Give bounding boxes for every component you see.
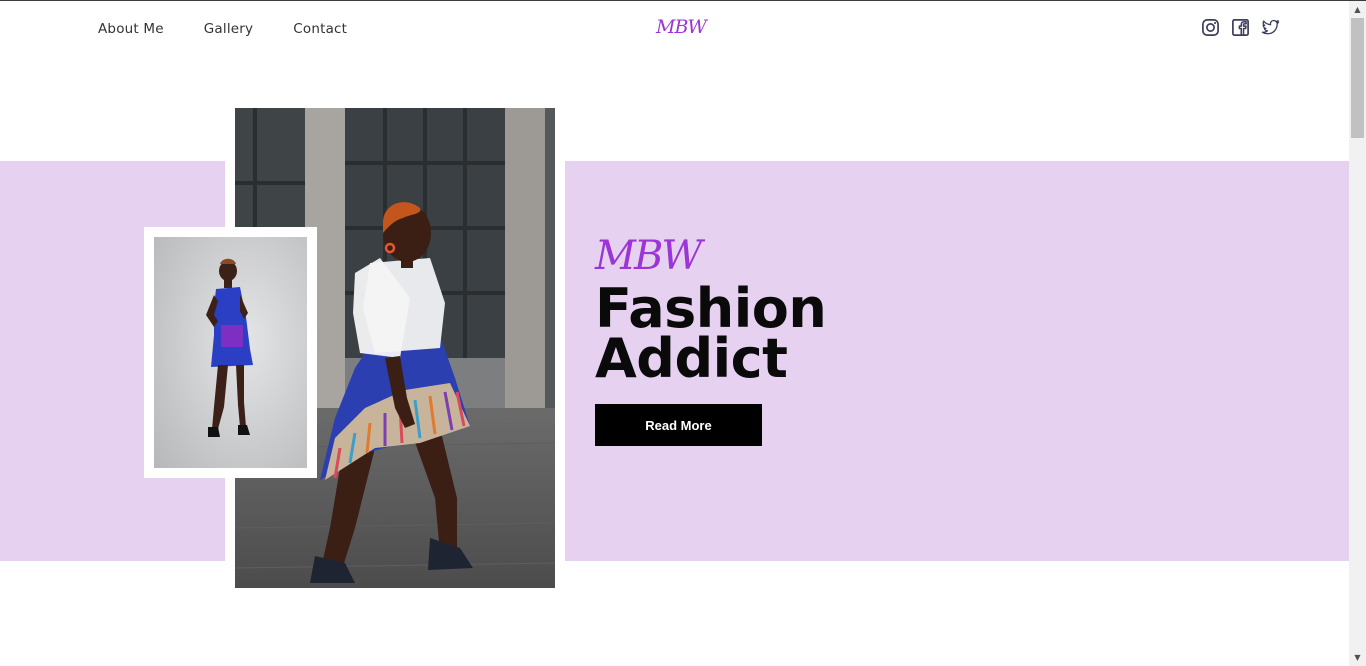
vertical-scrollbar[interactable]: ▲ ▼ (1349, 1, 1366, 666)
scroll-thumb[interactable] (1351, 18, 1364, 138)
page: About Me Gallery Contact MBW MBW Fashion… (0, 0, 1366, 666)
social-links (1201, 18, 1280, 37)
hero-logo: MBW (595, 233, 702, 279)
hero-title-line-2: Addict (595, 327, 788, 390)
facebook-icon[interactable] (1231, 18, 1250, 37)
scroll-up-arrow-icon[interactable]: ▲ (1349, 1, 1366, 18)
hero-small-photo-frame (144, 227, 317, 478)
main-nav: About Me Gallery Contact (98, 21, 387, 37)
twitter-icon[interactable] (1261, 18, 1280, 37)
hero-small-photo (154, 237, 307, 468)
page-content: About Me Gallery Contact MBW MBW Fashion… (0, 1, 1349, 666)
nav-contact[interactable]: Contact (293, 21, 347, 37)
instagram-icon[interactable] (1201, 18, 1220, 37)
scroll-down-arrow-icon[interactable]: ▼ (1349, 649, 1366, 666)
read-more-button[interactable]: Read More (595, 404, 762, 446)
hero-title: Fashion Addict (595, 282, 827, 390)
header-logo[interactable]: MBW (656, 16, 707, 38)
nav-about-me[interactable]: About Me (98, 21, 164, 37)
hero-small-photo-art (154, 237, 307, 468)
nav-gallery[interactable]: Gallery (204, 21, 253, 37)
